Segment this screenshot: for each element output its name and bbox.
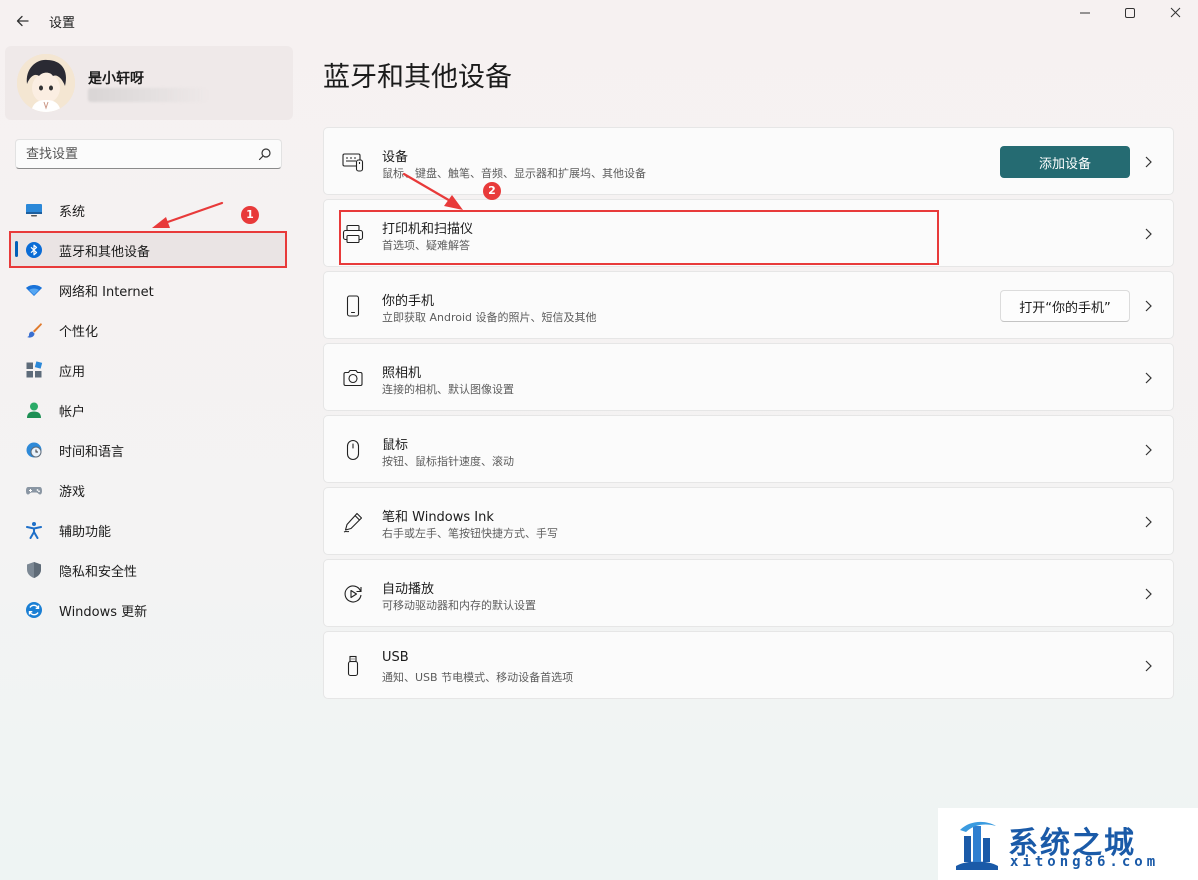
search-icon[interactable] (258, 147, 272, 161)
sidebar-item-windows-update[interactable]: Windows 更新 (9, 591, 287, 627)
mouse-icon (346, 439, 360, 461)
chevron-right-icon (1145, 228, 1152, 240)
accessibility-icon (26, 522, 42, 539)
sidebar-item-label: 应用 (59, 365, 86, 380)
clock-globe-icon (26, 442, 42, 458)
sidebar-item-accounts[interactable]: 帐户 (9, 391, 287, 427)
sidebar-item-label: Windows 更新 (59, 605, 148, 620)
maximize-button[interactable] (1107, 3, 1153, 23)
card-title: 你的手机 (382, 294, 435, 309)
annotation-badge-2: 2 (483, 182, 501, 200)
watermark-domain: xitong86.com (1010, 854, 1160, 870)
avatar (17, 54, 75, 112)
chevron-right-icon (1145, 300, 1152, 312)
chevron-right-icon (1145, 588, 1152, 600)
brush-icon (27, 323, 42, 338)
card-your-phone[interactable]: 你的手机 立即获取 Android 设备的照片、短信及其他 打开“你的手机” (323, 271, 1174, 339)
card-title: USB (382, 650, 409, 665)
close-icon (1170, 7, 1181, 18)
card-title: 自动播放 (382, 582, 435, 597)
back-button[interactable] (12, 10, 34, 32)
card-subtitle: 立即获取 Android 设备的照片、短信及其他 (382, 311, 597, 324)
card-subtitle: 可移动驱动器和内存的默认设置 (382, 599, 536, 612)
sidebar-item-apps[interactable]: 应用 (9, 351, 287, 387)
chevron-right-icon (1145, 444, 1152, 456)
watermark: 系统之城 xitong86.com (938, 808, 1198, 880)
card-title: 照相机 (382, 366, 422, 381)
user-name: 是小轩呀 (88, 71, 144, 87)
annotation-badge-1: 1 (241, 206, 259, 224)
chevron-right-icon (1145, 660, 1152, 672)
page-title: 蓝牙和其他设备 (323, 62, 512, 93)
user-profile[interactable]: 是小轩呀 (5, 46, 293, 120)
sidebar-item-gaming[interactable]: 游戏 (9, 471, 287, 507)
gamepad-icon (26, 487, 42, 495)
sidebar-item-label: 辅助功能 (59, 525, 112, 540)
pen-icon (343, 512, 363, 533)
maximize-icon (1125, 8, 1135, 18)
card-pen-windows-ink[interactable]: 笔和 Windows Ink 右手或左手、笔按钮快捷方式、手写 (323, 487, 1174, 555)
usb-icon (347, 655, 359, 677)
sidebar-item-time-language[interactable]: 时间和语言 (9, 431, 287, 467)
user-email-redacted (88, 88, 208, 102)
back-arrow-icon (16, 15, 29, 27)
update-icon (26, 602, 42, 618)
minimize-icon (1080, 12, 1090, 14)
search-box[interactable] (15, 139, 282, 169)
sidebar-item-label: 游戏 (59, 485, 86, 500)
chevron-right-icon (1145, 156, 1152, 168)
phone-icon (346, 295, 360, 317)
sidebar-item-personalization[interactable]: 个性化 (9, 311, 287, 347)
annotation-arrow-2 (402, 172, 463, 210)
chevron-right-icon (1145, 516, 1152, 528)
card-subtitle: 右手或左手、笔按钮快捷方式、手写 (382, 527, 558, 540)
app-title: 设置 (49, 16, 76, 31)
sidebar-item-privacy-security[interactable]: 隐私和安全性 (9, 551, 287, 587)
add-device-button[interactable]: 添加设备 (1000, 146, 1130, 178)
title-bar: 设置 (0, 0, 1198, 42)
card-mouse[interactable]: 鼠标 按钮、鼠标指针速度、滚动 (323, 415, 1174, 483)
sidebar-item-network[interactable]: 网络和 Internet (9, 271, 287, 307)
autoplay-icon (344, 585, 362, 603)
sidebar-item-label: 网络和 Internet (59, 285, 154, 300)
sidebar-item-accessibility[interactable]: 辅助功能 (9, 511, 287, 547)
account-icon (27, 402, 41, 418)
camera-icon (343, 369, 363, 387)
open-your-phone-button[interactable]: 打开“你的手机” (1000, 290, 1130, 322)
card-cameras[interactable]: 照相机 连接的相机、默认图像设置 (323, 343, 1174, 411)
search-input[interactable] (26, 145, 246, 163)
card-subtitle: 连接的相机、默认图像设置 (382, 383, 514, 396)
card-subtitle: 通知、USB 节电模式、移动设备首选项 (382, 671, 574, 684)
annotation-box-printers (339, 210, 939, 265)
sidebar-item-label: 时间和语言 (59, 445, 125, 460)
devices-icon (342, 153, 364, 172)
card-title: 设备 (382, 150, 409, 165)
sidebar-item-label: 帐户 (59, 405, 86, 420)
sidebar-item-label: 系统 (59, 205, 86, 220)
card-title: 鼠标 (382, 438, 409, 453)
card-autoplay[interactable]: 自动播放 可移动驱动器和内存的默认设置 (323, 559, 1174, 627)
apps-icon (26, 361, 43, 378)
annotation-box-bluetooth (9, 231, 287, 268)
sidebar-item-label: 隐私和安全性 (59, 565, 138, 580)
shield-icon (27, 562, 41, 578)
monitor-icon (26, 204, 42, 217)
avatar-image (17, 54, 75, 112)
minimize-button[interactable] (1062, 3, 1108, 23)
city-logo-icon (956, 821, 998, 870)
card-usb[interactable]: USB 通知、USB 节电模式、移动设备首选项 (323, 631, 1174, 699)
wifi-icon (26, 285, 42, 296)
card-title: 笔和 Windows Ink (382, 510, 494, 525)
annotation-arrow-1 (152, 201, 224, 228)
sidebar-item-label: 个性化 (59, 325, 99, 340)
close-button[interactable] (1152, 3, 1198, 23)
chevron-right-icon (1145, 372, 1152, 384)
card-subtitle: 按钮、鼠标指针速度、滚动 (382, 455, 514, 468)
